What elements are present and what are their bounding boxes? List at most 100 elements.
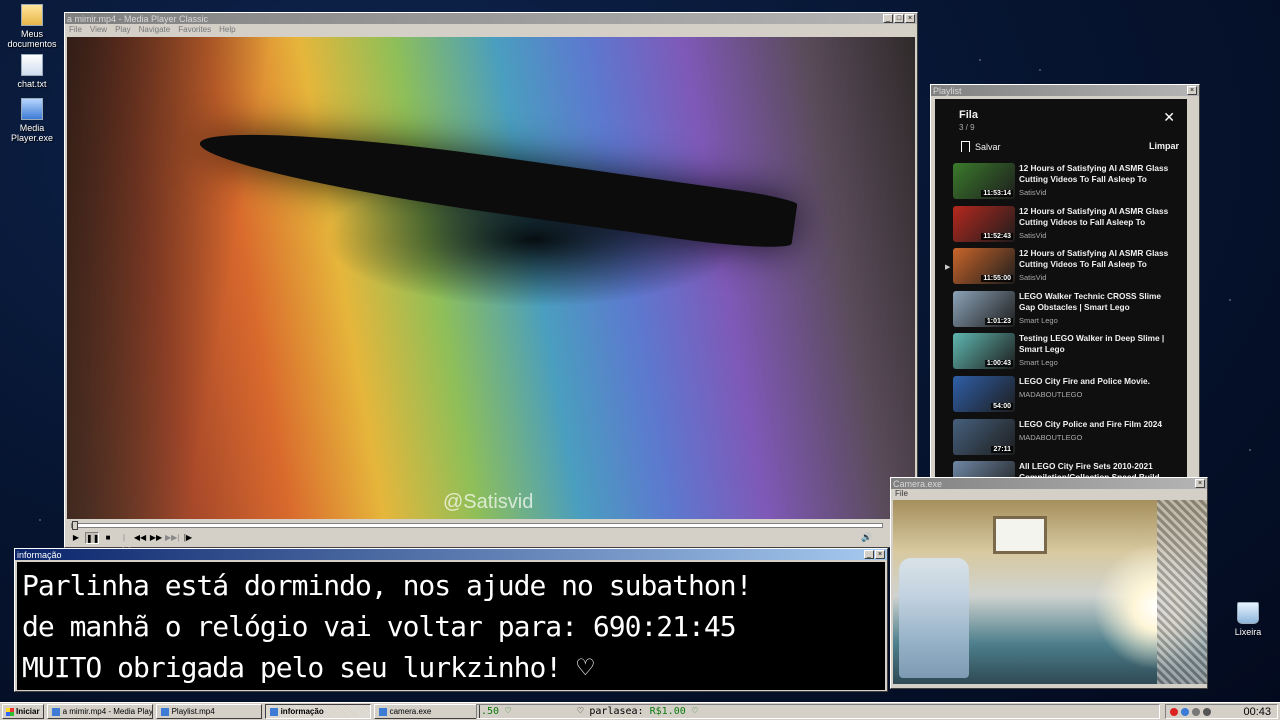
stop-button[interactable]: ■: [101, 532, 115, 544]
desktop-icon-media-player[interactable]: Media Player.exe: [0, 98, 64, 143]
desktop-icon-chat[interactable]: chat.txt: [0, 54, 64, 89]
video-title[interactable]: 12 Hours of Satisfying AI ASMR Glass Cut…: [1019, 163, 1177, 185]
video-meta: LEGO City Fire and Police Movie. MADABOUT…: [1019, 376, 1177, 419]
menu-favorites[interactable]: Favorites: [178, 25, 211, 34]
ticker-prefix: .50 ♡: [481, 706, 512, 717]
next-button[interactable]: ▶▶|: [165, 532, 179, 544]
video-thumbnail[interactable]: 11:52:43: [953, 205, 1015, 242]
video-thumbnail[interactable]: 54:00: [953, 375, 1015, 412]
save-button[interactable]: Salvar: [961, 141, 1001, 152]
media-player-titlebar[interactable]: a mimir.mp4 - Media Player Classic _ □ ×: [65, 13, 917, 24]
menu-play[interactable]: Play: [115, 25, 131, 34]
clear-button[interactable]: Limpar: [1149, 141, 1179, 151]
volume-icon[interactable]: [1203, 707, 1211, 716]
queue-item[interactable]: 27:11 LEGO City Police and Fire Film 2024…: [953, 418, 1185, 462]
network-icon[interactable]: [1181, 707, 1189, 716]
video-thumbnail[interactable]: 11:53:14: [953, 163, 1015, 199]
video-channel[interactable]: SatisVid: [1019, 273, 1177, 282]
video-title[interactable]: All LEGO City Fire Sets 2010-2021 Compil…: [1019, 461, 1177, 477]
fast-forward-button[interactable]: ▶▶: [149, 532, 163, 544]
menu-help[interactable]: Help: [219, 25, 235, 34]
previous-button[interactable]: |◀◀: [117, 532, 131, 554]
queue-item[interactable]: 1:01:23 LEGO Walker Technic CROSS Slime G…: [953, 290, 1185, 334]
info-titlebar[interactable]: informação _ ×: [15, 549, 887, 560]
taskbar-item-playlist[interactable]: Playlist.mp4: [155, 704, 262, 719]
seek-thumb[interactable]: [72, 521, 78, 530]
maximize-button[interactable]: □: [894, 14, 904, 23]
frame-step-button[interactable]: |▶: [181, 532, 195, 544]
queue-panel: Fila 3 / 9 ✕ Salvar Limpar 11:53:14 12 Ho…: [935, 99, 1187, 477]
video-title[interactable]: LEGO City Fire and Police Movie.: [1019, 376, 1177, 387]
video-title[interactable]: LEGO Walker Technic CROSS Slime Gap Obst…: [1019, 291, 1177, 313]
video-duration: 54:00: [991, 402, 1013, 410]
video-channel[interactable]: MADABOUTLEGO: [1019, 433, 1177, 442]
taskbar-item-media-player[interactable]: a mimir.mp4 - Media Playe...: [46, 704, 153, 719]
video-title[interactable]: Testing LEGO Walker in Deep Slime | Smar…: [1019, 333, 1177, 355]
menu-view[interactable]: View: [90, 25, 107, 34]
rewind-button[interactable]: ◀◀: [133, 532, 147, 544]
taskbar: Iniciar a mimir.mp4 - Media Playe... Pla…: [0, 702, 1280, 720]
settings-icon[interactable]: [1192, 707, 1200, 716]
video-duration: 27:11: [991, 445, 1013, 453]
volume-icon[interactable]: 🔊: [861, 532, 872, 543]
queue-item[interactable]: 11:52:43 12 Hours of Satisfying AI ASMR G…: [953, 205, 1185, 249]
video-duration: 11:55:00: [981, 275, 1013, 283]
queue-item[interactable]: 1:00:43 Testing LEGO Walker in Deep Slime…: [953, 333, 1185, 376]
playlist-titlebar[interactable]: Playlist ×: [931, 85, 1199, 96]
exe-icon: [21, 98, 43, 120]
camera-titlebar[interactable]: Camera.exe ×: [891, 478, 1207, 489]
queue-item[interactable]: 11:53:14 12 Hours of Satisfying AI ASMR G…: [953, 163, 1185, 206]
close-button[interactable]: ×: [905, 14, 915, 23]
video-title[interactable]: LEGO City Police and Fire Film 2024: [1019, 419, 1177, 430]
ticker-amount: R$1.00 ♡: [649, 706, 698, 717]
video-display[interactable]: @Satisvid: [67, 37, 915, 519]
now-playing-icon: ▶: [945, 264, 951, 272]
camera-menu-file[interactable]: File: [891, 489, 1207, 499]
clock[interactable]: 00:43: [1243, 706, 1271, 718]
start-button[interactable]: Iniciar: [2, 704, 44, 719]
taskbar-item-info[interactable]: informação: [264, 704, 371, 719]
play-button[interactable]: ▶: [69, 532, 83, 544]
video-title[interactable]: 12 Hours of Satisfying AI ASMR Glass Cut…: [1019, 206, 1177, 228]
video-thumbnail[interactable]: [953, 461, 1015, 477]
video-duration: 1:01:23: [984, 317, 1013, 325]
video-channel[interactable]: SatisVid: [1019, 188, 1177, 197]
ticker-name: ♡ parlasea:: [577, 706, 644, 717]
video-thumbnail[interactable]: 11:55:00: [953, 248, 1015, 285]
video-title[interactable]: 12 Hours of Satisfying AI ASMR Glass Cut…: [1019, 248, 1177, 270]
video-thumbnail[interactable]: 1:01:23: [953, 290, 1015, 327]
video-meta: 12 Hours of Satisfying AI ASMR Glass Cut…: [1019, 206, 1177, 249]
video-duration: 11:53:14: [981, 190, 1013, 197]
video-meta: All LEGO City Fire Sets 2010-2021 Compil…: [1019, 461, 1177, 477]
video-channel[interactable]: MADABOUTLEGO: [1019, 390, 1177, 399]
window-title: informação: [17, 549, 62, 560]
taskbar-item-camera[interactable]: camera.exe: [373, 704, 480, 719]
close-icon[interactable]: ✕: [1163, 109, 1175, 126]
close-button[interactable]: ×: [1187, 86, 1197, 95]
desktop-icon-label: Media Player.exe: [10, 123, 54, 143]
video-thumbnail[interactable]: 27:11: [953, 418, 1015, 455]
seek-bar[interactable]: [71, 521, 883, 530]
queue-item[interactable]: ▶ 11:55:00 12 Hours of Satisfying AI ASMR …: [945, 248, 1185, 291]
save-label: Salvar: [975, 141, 1001, 152]
queue-item[interactable]: All LEGO City Fire Sets 2010-2021 Compil…: [953, 461, 1185, 477]
video-channel[interactable]: SatisVid: [1019, 231, 1177, 240]
desktop-icon-recycle-bin[interactable]: Lixeira: [1216, 602, 1280, 637]
video-meta: LEGO Walker Technic CROSS Slime Gap Obst…: [1019, 291, 1177, 334]
menu-navigate[interactable]: Navigate: [139, 25, 171, 34]
info-line: MUITO obrigada pelo seu lurkzinho! ♡: [22, 651, 594, 684]
video-thumbnail[interactable]: 1:00:43: [953, 333, 1015, 370]
menu-file[interactable]: File: [69, 25, 82, 34]
minimize-button[interactable]: _: [883, 14, 893, 23]
security-icon[interactable]: [1170, 707, 1178, 716]
task-label: camera.exe: [389, 707, 432, 716]
queue-item[interactable]: 54:00 LEGO City Fire and Police Movie. MAD…: [953, 375, 1185, 419]
pause-button[interactable]: ❚❚: [85, 532, 99, 544]
minimize-button[interactable]: _: [864, 550, 874, 559]
close-button[interactable]: ×: [875, 550, 885, 559]
desktop-icon-label: Meus documentos: [7, 29, 57, 49]
close-button[interactable]: ×: [1195, 479, 1205, 488]
video-channel[interactable]: Smart Lego: [1019, 358, 1177, 367]
video-channel[interactable]: Smart Lego: [1019, 316, 1177, 325]
desktop-icon-documents[interactable]: Meus documentos: [0, 4, 64, 49]
